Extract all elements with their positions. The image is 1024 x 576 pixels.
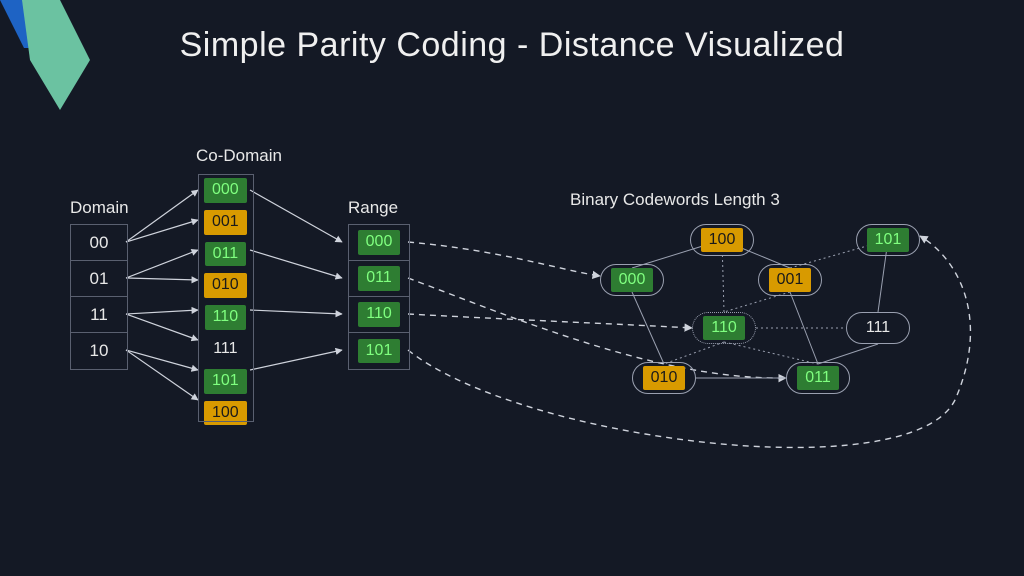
- range-chip: 000: [358, 230, 401, 255]
- node-111: 111: [846, 312, 910, 344]
- node-100: 100: [690, 224, 754, 256]
- codomain-chip: 100: [204, 401, 247, 426]
- node-101: 101: [856, 224, 920, 256]
- codomain-chip: 101: [204, 369, 247, 394]
- codomain-chip: 111: [205, 337, 245, 362]
- wires-svg: [0, 120, 1024, 576]
- domain-label: Domain: [70, 198, 129, 218]
- node-chip: 011: [797, 366, 839, 391]
- codomain-label: Co-Domain: [196, 146, 282, 166]
- range-cell: 011: [349, 261, 409, 297]
- codomain-chip: 110: [205, 305, 247, 330]
- codomain-chip: 000: [204, 178, 247, 203]
- range-cell: 000: [349, 225, 409, 261]
- domain-cell: 11: [71, 297, 127, 333]
- node-chip: 100: [701, 228, 744, 253]
- codomain-column: 000 001 011 010 110 111 101 100: [204, 178, 247, 425]
- range-chip: 101: [358, 339, 401, 364]
- node-chip: 000: [611, 268, 654, 293]
- range-chip: 011: [358, 266, 400, 291]
- node-010: 010: [632, 362, 696, 394]
- domain-column: 00 01 11 10: [70, 224, 128, 370]
- page-title: Simple Parity Coding - Distance Visualiz…: [0, 26, 1024, 65]
- codomain-chip: 001: [204, 210, 247, 235]
- node-110: 110: [692, 312, 756, 344]
- node-chip: 101: [867, 228, 910, 253]
- node-chip: 111: [858, 316, 898, 341]
- domain-cell: 10: [71, 333, 127, 369]
- node-chip: 001: [769, 268, 812, 293]
- codomain-chip: 011: [205, 242, 247, 267]
- node-chip: 110: [703, 316, 745, 341]
- diagram-stage: Domain 00 01 11 10 Co-Domain 000 001 011…: [0, 120, 1024, 576]
- domain-cell: 00: [71, 225, 127, 261]
- node-011: 011: [786, 362, 850, 394]
- range-column: 000 011 110 101: [348, 224, 410, 370]
- node-000: 000: [600, 264, 664, 296]
- domain-cell: 01: [71, 261, 127, 297]
- range-label: Range: [348, 198, 398, 218]
- graph-label: Binary Codewords Length 3: [570, 190, 780, 210]
- range-chip: 110: [358, 302, 400, 327]
- node-chip: 010: [643, 366, 686, 391]
- range-cell: 101: [349, 333, 409, 369]
- range-cell: 110: [349, 297, 409, 333]
- codomain-chip: 010: [204, 273, 247, 298]
- node-001: 001: [758, 264, 822, 296]
